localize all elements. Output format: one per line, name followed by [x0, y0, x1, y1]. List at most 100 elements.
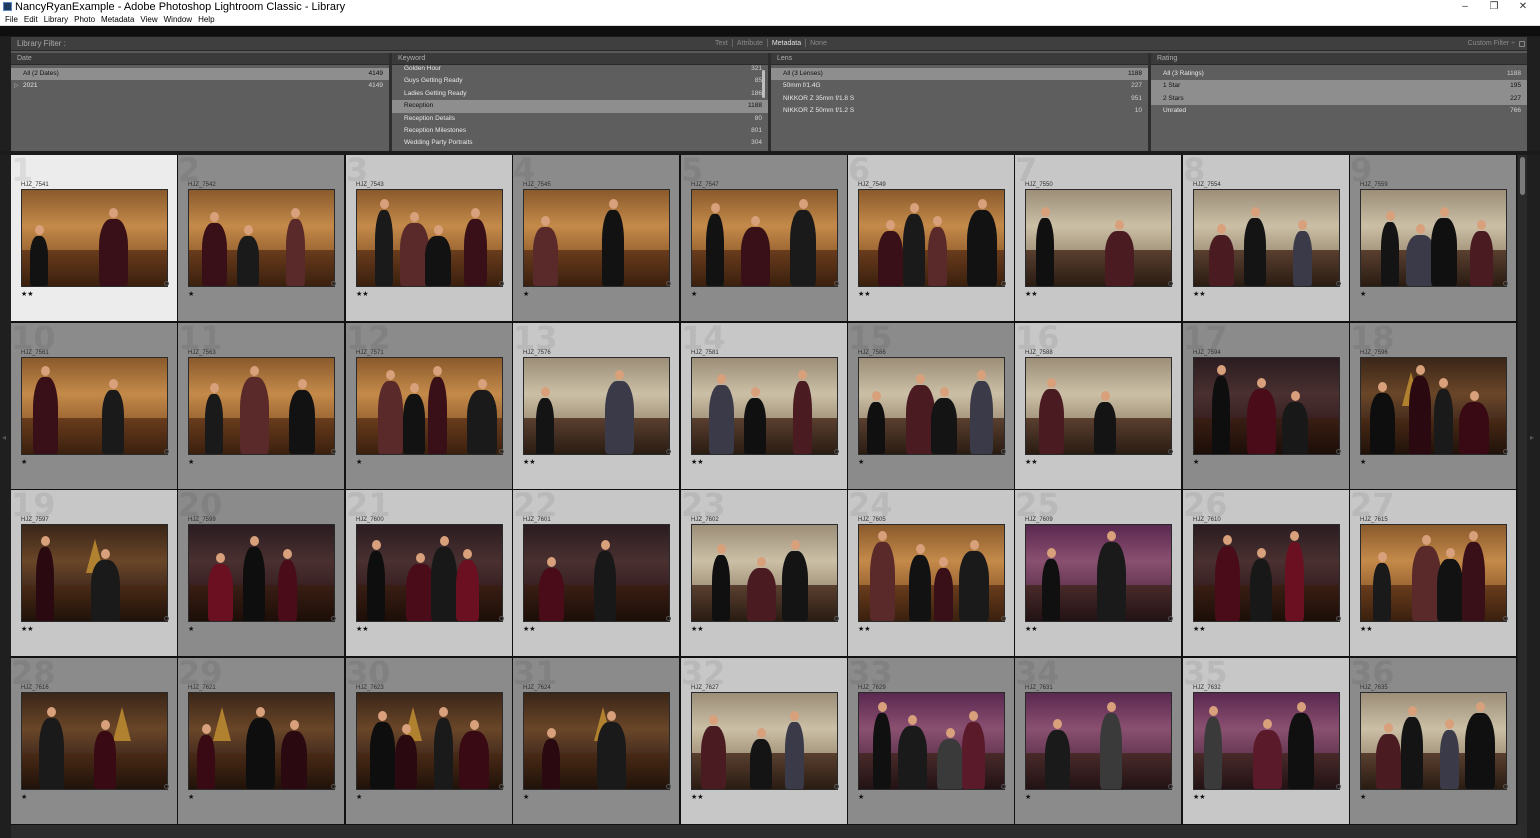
module-picker-collapsed[interactable]: [0, 26, 1540, 36]
photo-cell[interactable]: 15 HJZ_7586 ★: [848, 323, 1014, 489]
photo-thumbnail[interactable]: [1193, 357, 1340, 455]
edit-badge-icon[interactable]: [666, 449, 671, 454]
edit-badge-icon[interactable]: [666, 281, 671, 286]
lens-filter-row[interactable]: NIKKOR Z 35mm f/1.8 S 951: [771, 93, 1148, 105]
keyword-filter-row[interactable]: Reception Milestones 801: [392, 125, 768, 137]
lens-filter-row[interactable]: NIKKOR Z 50mm f/1.2 S 10: [771, 105, 1148, 117]
photo-thumbnail[interactable]: [188, 524, 335, 622]
photo-thumbnail[interactable]: [1025, 189, 1172, 287]
photo-thumbnail[interactable]: [858, 189, 1005, 287]
edit-badge-icon[interactable]: [164, 281, 169, 286]
photo-cell[interactable]: 23 HJZ_7602 ★★: [681, 490, 847, 656]
menu-metadata[interactable]: Metadata: [100, 14, 135, 26]
edit-badge-icon[interactable]: [1503, 616, 1508, 621]
edit-badge-icon[interactable]: [499, 281, 504, 286]
edit-badge-icon[interactable]: [1001, 281, 1006, 286]
lens-filter-row[interactable]: 50mm f/1.4G 227: [771, 80, 1148, 92]
edit-badge-icon[interactable]: [331, 784, 336, 789]
rating-filter-row[interactable]: Unrated 766: [1151, 105, 1527, 117]
star-rating[interactable]: ★★: [1360, 625, 1373, 633]
edit-badge-icon[interactable]: [1503, 784, 1508, 789]
keyword-filter-row[interactable]: Reception 1188: [392, 100, 768, 113]
edit-badge-icon[interactable]: [164, 616, 169, 621]
edit-badge-icon[interactable]: [499, 449, 504, 454]
edit-badge-icon[interactable]: [331, 449, 336, 454]
star-rating[interactable]: ★: [523, 793, 529, 801]
edit-badge-icon[interactable]: [834, 616, 839, 621]
photo-thumbnail[interactable]: [1193, 524, 1340, 622]
edit-badge-icon[interactable]: [1168, 784, 1173, 789]
photo-cell[interactable]: 7 HJZ_7550 ★★: [1015, 155, 1181, 321]
keyword-filter-row[interactable]: Reception Details 80: [392, 113, 768, 125]
lock-icon[interactable]: [1519, 41, 1525, 47]
star-rating[interactable]: ★: [1360, 458, 1366, 466]
star-rating[interactable]: ★★: [858, 625, 871, 633]
star-rating[interactable]: ★★: [1193, 793, 1206, 801]
restore-button[interactable]: ❐: [1479, 0, 1509, 14]
expand-right-icon[interactable]: ▸: [1530, 433, 1534, 442]
grid-scrollbar-thumb[interactable]: [1520, 157, 1525, 195]
star-rating[interactable]: ★: [188, 290, 194, 298]
edit-badge-icon[interactable]: [1168, 449, 1173, 454]
star-rating[interactable]: ★★: [1193, 290, 1206, 298]
star-rating[interactable]: ★★: [1025, 290, 1038, 298]
keyword-scrollbar[interactable]: [762, 70, 765, 98]
minimize-button[interactable]: –: [1450, 0, 1480, 14]
photo-cell[interactable]: 31 HJZ_7624 ★: [513, 658, 679, 824]
edit-badge-icon[interactable]: [1001, 784, 1006, 789]
photo-cell[interactable]: 8 HJZ_7554 ★★: [1183, 155, 1349, 321]
star-rating[interactable]: ★: [356, 793, 362, 801]
keyword-filter-row[interactable]: Wedding Party Portraits 304: [392, 137, 768, 149]
photo-cell[interactable]: 26 HJZ_7610 ★★: [1183, 490, 1349, 656]
photo-thumbnail[interactable]: [523, 189, 670, 287]
photo-thumbnail[interactable]: [188, 357, 335, 455]
date-filter-row[interactable]: All (2 Dates) 4149: [11, 68, 389, 81]
star-rating[interactable]: ★: [858, 793, 864, 801]
edit-badge-icon[interactable]: [1503, 449, 1508, 454]
keyword-filter-row[interactable]: Golden Hour 321: [392, 63, 768, 75]
edit-badge-icon[interactable]: [1503, 281, 1508, 286]
star-rating[interactable]: ★★: [356, 625, 369, 633]
photo-cell[interactable]: 36 HJZ_7635 ★: [1350, 658, 1516, 824]
photo-cell[interactable]: 5 HJZ_7547 ★: [681, 155, 847, 321]
photo-cell[interactable]: 32 HJZ_7627 ★★: [681, 658, 847, 824]
menu-help[interactable]: Help: [197, 14, 215, 26]
photo-cell[interactable]: 6 HJZ_7549 ★★: [848, 155, 1014, 321]
star-rating[interactable]: ★★: [356, 290, 369, 298]
photo-thumbnail[interactable]: [858, 692, 1005, 790]
menu-window[interactable]: Window: [163, 14, 193, 26]
photo-thumbnail[interactable]: [1360, 189, 1507, 287]
photo-cell[interactable]: 20 HJZ_7599 ★: [178, 490, 344, 656]
edit-badge-icon[interactable]: [1001, 616, 1006, 621]
photo-thumbnail[interactable]: [691, 692, 838, 790]
edit-badge-icon[interactable]: [1336, 449, 1341, 454]
filter-mode-none[interactable]: None: [810, 37, 827, 51]
edit-badge-icon[interactable]: [331, 616, 336, 621]
photo-cell[interactable]: 10 HJZ_7561 ★: [11, 323, 177, 489]
date-filter-row[interactable]: ▷ 2021 4149: [11, 80, 389, 92]
photo-thumbnail[interactable]: [1193, 189, 1340, 287]
photo-cell[interactable]: 33 HJZ_7629 ★: [848, 658, 1014, 824]
menu-view[interactable]: View: [139, 14, 158, 26]
menu-file[interactable]: File: [4, 14, 19, 26]
date-column-header[interactable]: Date: [11, 53, 389, 65]
filter-preset-dropdown[interactable]: Custom Filter ÷: [1468, 37, 1515, 51]
star-rating[interactable]: ★★: [523, 458, 536, 466]
edit-badge-icon[interactable]: [499, 616, 504, 621]
rating-column-header[interactable]: Rating: [1151, 53, 1527, 65]
photo-cell[interactable]: 2 HJZ_7542 ★: [178, 155, 344, 321]
photo-cell[interactable]: 11 HJZ_7563 ★: [178, 323, 344, 489]
photo-thumbnail[interactable]: [523, 692, 670, 790]
photo-thumbnail[interactable]: [356, 357, 503, 455]
star-rating[interactable]: ★: [523, 290, 529, 298]
star-rating[interactable]: ★: [188, 458, 194, 466]
photo-thumbnail[interactable]: [356, 692, 503, 790]
star-rating[interactable]: ★★: [1025, 625, 1038, 633]
edit-badge-icon[interactable]: [666, 616, 671, 621]
star-rating[interactable]: ★★: [1025, 458, 1038, 466]
star-rating[interactable]: ★: [188, 793, 194, 801]
photo-thumbnail[interactable]: [21, 189, 168, 287]
photo-cell[interactable]: 4 HJZ_7545 ★: [513, 155, 679, 321]
star-rating[interactable]: ★: [1360, 793, 1366, 801]
photo-thumbnail[interactable]: [21, 692, 168, 790]
